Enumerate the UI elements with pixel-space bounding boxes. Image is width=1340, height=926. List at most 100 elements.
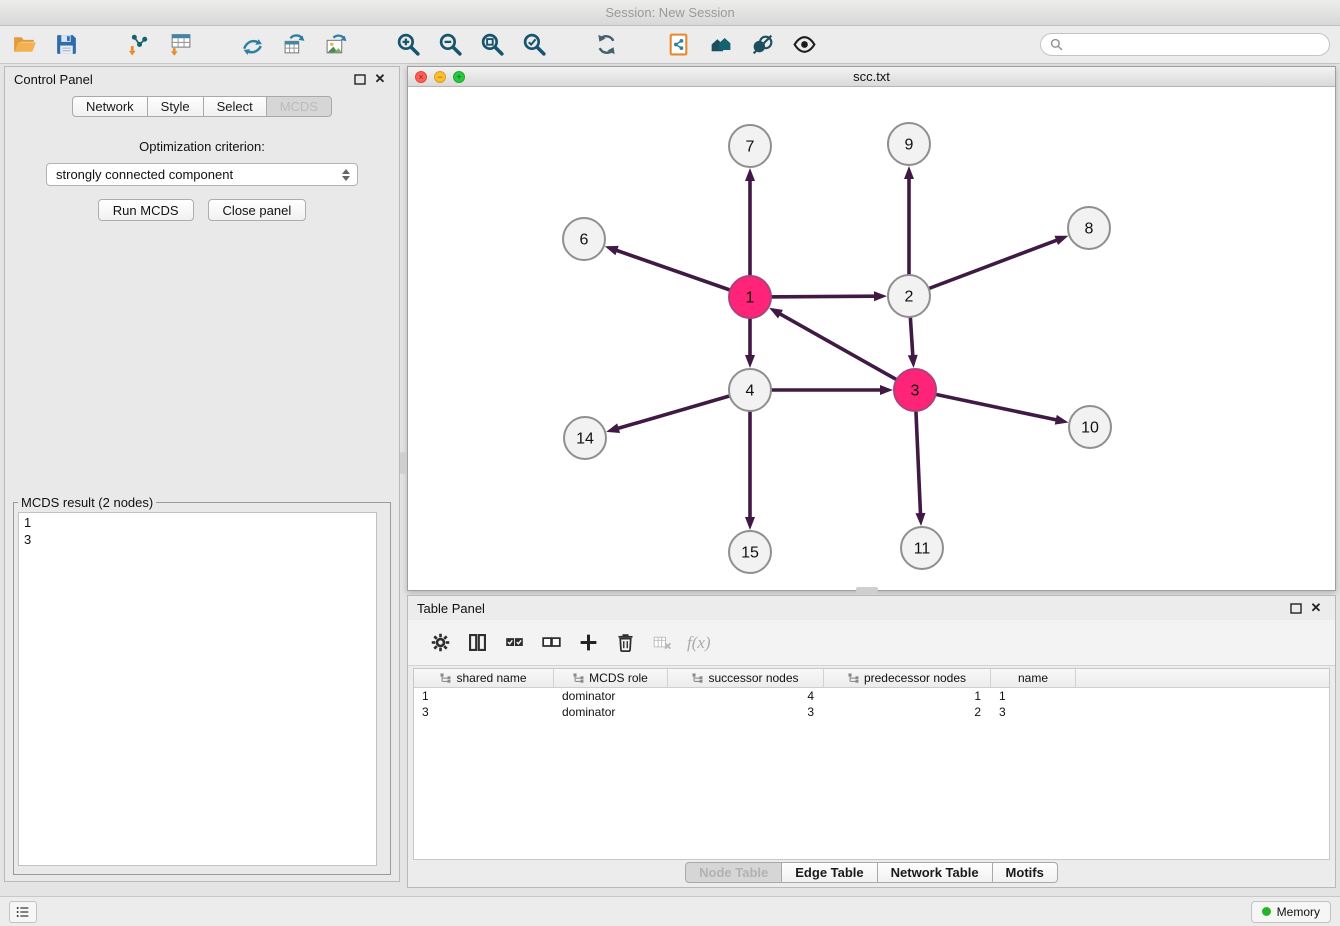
result-line: 1 <box>24 514 371 531</box>
toggle-visibility-button[interactable] <box>790 31 818 59</box>
vertical-splitter-handle[interactable] <box>400 452 406 474</box>
column-header-predecessor-nodes[interactable]: predecessor nodes <box>824 669 991 687</box>
task-history-button[interactable] <box>9 901 37 923</box>
mcds-result-list[interactable]: 1 3 <box>18 512 377 866</box>
minimize-window-button[interactable]: − <box>434 71 446 83</box>
select-all-button[interactable] <box>502 631 526 655</box>
deselect-all-button[interactable] <box>539 631 563 655</box>
style-button[interactable] <box>748 31 776 59</box>
graph-node-label-11: 11 <box>914 541 931 558</box>
table-cell[interactable]: 3 <box>991 704 1076 720</box>
export-table-button[interactable] <box>280 31 308 59</box>
table-cell[interactable]: 3 <box>414 704 554 720</box>
column-header-name[interactable]: name <box>991 669 1076 687</box>
float-panel-icon[interactable] <box>350 70 370 88</box>
table-cell[interactable]: 1 <box>991 688 1076 704</box>
column-header-successor-nodes[interactable]: successor nodes <box>668 669 824 687</box>
table-settings-button[interactable] <box>428 631 452 655</box>
graph-node-label-4: 4 <box>746 383 755 400</box>
add-column-button[interactable] <box>576 631 600 655</box>
zoom-in-icon <box>396 32 421 57</box>
show-columns-button[interactable] <box>465 631 489 655</box>
export-image-icon <box>324 32 349 57</box>
tab-style[interactable]: Style <box>148 96 204 117</box>
zoom-in-button[interactable] <box>394 31 422 59</box>
network-graph-canvas[interactable]: 7968124314101511 <box>408 87 1335 589</box>
fx-icon: f(x) <box>687 633 711 653</box>
graph-node-label-1: 1 <box>746 290 755 307</box>
network-window: × − + scc.txt 7968124314101511 <box>407 66 1336 591</box>
run-mcds-button[interactable]: Run MCDS <box>98 199 194 221</box>
import-network-button[interactable] <box>124 31 152 59</box>
graph-node-label-2: 2 <box>905 289 914 306</box>
search-input[interactable] <box>1068 38 1320 52</box>
export-image-button[interactable] <box>322 31 350 59</box>
column-header-mcds-role[interactable]: MCDS role <box>554 669 668 687</box>
zoom-out-button[interactable] <box>436 31 464 59</box>
close-panel-button[interactable]: Close panel <box>208 199 307 221</box>
delete-column-button[interactable] <box>613 631 637 655</box>
search-icon <box>1050 38 1063 51</box>
table-cell[interactable]: 1 <box>414 688 554 704</box>
close-panel-icon[interactable]: ✕ <box>370 70 390 88</box>
table-row[interactable]: 1 dominator 4 1 1 <box>414 688 1329 704</box>
table-cell[interactable]: 4 <box>668 688 824 704</box>
horizontal-splitter-handle[interactable] <box>856 587 878 593</box>
table-toolbar: f(x) <box>408 620 1335 666</box>
tab-mcds[interactable]: MCDS <box>267 96 332 117</box>
table-row[interactable]: 3 dominator 3 2 3 <box>414 704 1329 720</box>
table-cell[interactable]: 3 <box>668 704 824 720</box>
control-panel: Control Panel ✕ Network Style Select MCD… <box>4 66 400 882</box>
deselect-all-icon <box>541 632 562 653</box>
tab-select[interactable]: Select <box>204 96 267 117</box>
graph-edge-arrow <box>745 168 755 181</box>
graph-edge-2-8[interactable] <box>909 240 1058 296</box>
plus-icon <box>578 632 599 653</box>
home-button[interactable] <box>706 31 734 59</box>
tab-network-table[interactable]: Network Table <box>878 862 993 883</box>
search-box[interactable] <box>1040 33 1330 56</box>
import-table-button[interactable] <box>166 31 194 59</box>
save-session-button[interactable] <box>52 31 80 59</box>
zoom-fit-icon <box>480 32 505 57</box>
delete-table-button[interactable] <box>650 631 674 655</box>
column-type-icon <box>692 673 703 684</box>
tab-network[interactable]: Network <box>72 96 148 117</box>
refresh-view-button[interactable] <box>592 31 620 59</box>
close-table-panel-icon[interactable]: ✕ <box>1306 599 1326 617</box>
table-cell[interactable]: 2 <box>824 704 991 720</box>
function-builder-button[interactable]: f(x) <box>687 631 711 655</box>
float-table-panel-icon[interactable] <box>1286 599 1306 617</box>
table-cell[interactable]: dominator <box>554 704 668 720</box>
gear-icon <box>430 632 451 653</box>
close-window-button[interactable]: × <box>415 71 427 83</box>
optimization-dropdown[interactable]: strongly connected component <box>46 163 358 186</box>
graph-edge-arrow <box>606 423 620 433</box>
table-cell[interactable]: 1 <box>824 688 991 704</box>
mcds-result-title: MCDS result (2 nodes) <box>18 495 156 510</box>
graph-edge-arrow <box>880 385 893 395</box>
table-panel-header: Table Panel ✕ <box>408 596 1335 620</box>
zoom-fit-button[interactable] <box>478 31 506 59</box>
annotations-button[interactable] <box>664 31 692 59</box>
column-header-shared-name[interactable]: shared name <box>414 669 554 687</box>
graph-node-label-3: 3 <box>911 383 920 400</box>
zoom-selected-button[interactable] <box>520 31 548 59</box>
open-session-button[interactable] <box>10 31 38 59</box>
column-type-icon <box>848 673 859 684</box>
graph-edge-arrow <box>1054 236 1068 245</box>
apply-layout-button[interactable] <box>238 31 266 59</box>
zoom-selected-icon <box>522 32 547 57</box>
maximize-window-button[interactable]: + <box>453 71 465 83</box>
split-panel-icon <box>467 632 488 653</box>
memory-button[interactable]: Memory <box>1251 901 1331 923</box>
tab-node-table[interactable]: Node Table <box>685 862 782 883</box>
table-cell[interactable]: dominator <box>554 688 668 704</box>
tab-edge-table[interactable]: Edge Table <box>782 862 877 883</box>
refresh-icon <box>594 32 619 57</box>
save-icon <box>54 32 79 57</box>
dropdown-value: strongly connected component <box>56 167 233 182</box>
tab-motifs[interactable]: Motifs <box>993 862 1058 883</box>
table-panel-title: Table Panel <box>417 601 485 616</box>
graph-edge-3-1[interactable] <box>779 313 915 390</box>
